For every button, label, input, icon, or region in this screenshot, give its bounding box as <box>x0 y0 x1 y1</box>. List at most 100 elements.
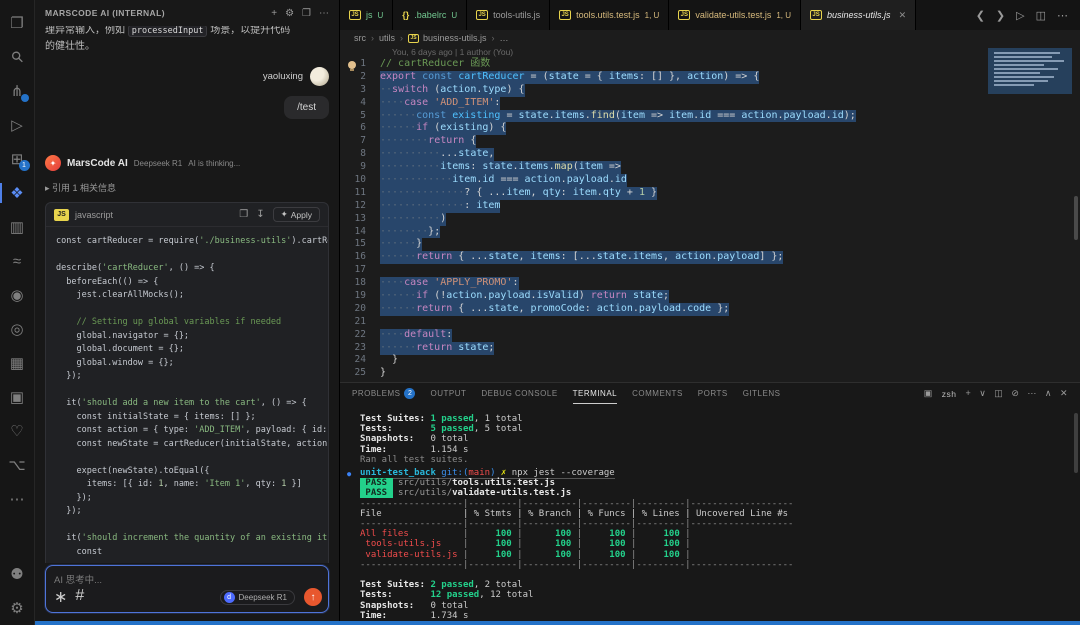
terminal-more-icon[interactable]: ⋯ <box>1027 388 1037 399</box>
panel-tab-debug-console[interactable]: DEBUG CONSOLE <box>481 383 557 404</box>
code-line[interactable]: 25} <box>340 367 1080 380</box>
run-debug-icon: ▷ <box>11 116 23 134</box>
code-editor[interactable]: You, 6 days ago | 1 author (You) 1// car… <box>340 46 1080 382</box>
code-line[interactable]: 15······} <box>340 238 1080 251</box>
tab-tools-utils.js[interactable]: JStools-utils.js <box>467 0 550 30</box>
chat-code-line: const newState = cartReducer(initialStat… <box>56 438 318 452</box>
breadcrumb-item[interactable]: … <box>500 33 509 43</box>
reference-toggle[interactable]: ▸ 引用 1 相关信息 <box>45 181 329 194</box>
minimap[interactable] <box>988 48 1072 94</box>
code-line[interactable]: 8··········...state, <box>340 148 1080 161</box>
code-line[interactable]: 18····case 'APPLY_PROMO': <box>340 277 1080 290</box>
activity-item-chat[interactable]: ❐ <box>0 6 35 40</box>
new-terminal-icon[interactable]: + <box>965 388 971 399</box>
tab-tools.utils.test.js[interactable]: JStools.utils.test.js1, U <box>550 0 669 30</box>
code-line[interactable]: 10············item.id === action.payload… <box>340 174 1080 187</box>
waves-icon: ≈ <box>13 253 21 270</box>
activity-item-more[interactable]: ⋯ <box>0 482 35 516</box>
code-line[interactable]: 11··············? { ...item, qty: item.q… <box>340 187 1080 200</box>
code-line[interactable]: 16······return { ...state, items: [...st… <box>340 251 1080 264</box>
activity-item-source-control[interactable]: ⋔ <box>0 74 35 108</box>
line-number: 6 <box>340 122 380 135</box>
activity-item-waves[interactable]: ≈ <box>0 244 35 278</box>
chat-input-box[interactable]: AI 思考中... ∗# d Deepseek R1 ↑ <box>45 565 329 613</box>
activity-item-search[interactable]: ⚲ <box>0 40 35 74</box>
breadcrumb-item[interactable]: JSbusiness-utils.js <box>408 33 487 43</box>
commands-icon[interactable]: ∗ <box>54 587 67 607</box>
activity-item-run-debug[interactable]: ▷ <box>0 108 35 142</box>
new-chat-icon[interactable]: + <box>271 8 277 19</box>
open-editor-icon[interactable]: ❐ <box>302 8 311 19</box>
panel-tab-gitlens[interactable]: GITLENS <box>743 383 781 404</box>
terminal-scrollbar[interactable] <box>1074 413 1078 473</box>
activity-item-web[interactable]: ◎ <box>0 312 35 346</box>
more-actions-icon[interactable]: ⋯ <box>1057 9 1068 22</box>
split-terminal-icon[interactable]: ◫ <box>994 388 1003 399</box>
run-icon[interactable]: ▷ <box>1016 9 1024 22</box>
panel-tab-output[interactable]: OUTPUT <box>430 383 466 404</box>
code-line[interactable]: 24 } <box>340 354 1080 367</box>
breadcrumb-item[interactable]: src <box>354 33 366 43</box>
editor-scrollbar[interactable] <box>1074 196 1078 240</box>
split-editor-icon[interactable]: ◫ <box>1036 9 1046 22</box>
activity-item-git-branch[interactable]: ⌥ <box>0 448 35 482</box>
inline-code: processedInput <box>128 26 208 37</box>
maximize-panel-icon[interactable]: ∧ <box>1045 388 1052 399</box>
code-line[interactable]: 19······if (!action.payload.isValid) ret… <box>340 290 1080 303</box>
panel-tab-label: PROBLEMS <box>352 383 400 404</box>
code-line[interactable]: 9··········items: state.items.map(item =… <box>340 161 1080 174</box>
code-line[interactable]: 4····case 'ADD_ITEM': <box>340 97 1080 110</box>
model-selector[interactable]: d Deepseek R1 <box>220 590 295 605</box>
panel-tab-comments[interactable]: COMMENTS <box>632 383 683 404</box>
tab-js[interactable]: JSjsU <box>340 0 393 30</box>
code-line[interactable]: 17 <box>340 264 1080 277</box>
activity-item-extensions[interactable]: ⊞1 <box>0 142 35 176</box>
code-line[interactable]: 3··switch (action.type) { <box>340 84 1080 97</box>
tab-business-utils.js[interactable]: JSbusiness-utils.js✕ <box>801 0 916 30</box>
settings-icon[interactable]: ⚙ <box>285 8 294 19</box>
code-line[interactable]: 6······if (existing) { <box>340 122 1080 135</box>
activity-item-favorites[interactable]: ♡ <box>0 414 35 448</box>
close-panel-icon[interactable]: ✕ <box>1060 388 1068 399</box>
panel-tab-problems[interactable]: PROBLEMS2 <box>352 383 415 404</box>
panel-tab-ports[interactable]: PORTS <box>698 383 728 404</box>
code-line[interactable]: 13··········) <box>340 213 1080 226</box>
activity-item-settings[interactable]: ⚙ <box>0 591 35 625</box>
breadcrumb-item[interactable]: utils <box>379 33 395 43</box>
context-icon[interactable]: # <box>75 587 84 607</box>
code-line[interactable]: 23······return state; <box>340 342 1080 355</box>
more-icon[interactable]: ⋯ <box>319 8 329 19</box>
activity-item-play-circle[interactable]: ◉ <box>0 278 35 312</box>
copy-icon[interactable]: ❐ <box>239 209 248 220</box>
tab-.babelrc[interactable]: {}.babelrcU <box>393 0 467 30</box>
code-line[interactable]: 21 <box>340 316 1080 329</box>
insert-icon[interactable]: ↧ <box>256 209 264 220</box>
lightbulb-icon[interactable] <box>348 61 356 69</box>
shell-label[interactable]: zsh <box>942 389 957 399</box>
activity-item-account[interactable]: ⚉ <box>0 557 35 591</box>
code-line[interactable]: 2export const cartReducer = (state = { i… <box>340 71 1080 84</box>
terminal-dropdown-icon[interactable]: ∨ <box>979 388 986 399</box>
model-label: Deepseek R1 <box>239 593 287 602</box>
code-line[interactable]: 20······return { ...state, promoCode: ac… <box>340 303 1080 316</box>
apply-button[interactable]: ✦Apply <box>273 207 320 222</box>
code-line[interactable]: 22····default: <box>340 329 1080 342</box>
activity-item-metrics[interactable]: ▥ <box>0 210 35 244</box>
code-line[interactable]: 14········}; <box>340 226 1080 239</box>
panel-tab-terminal[interactable]: TERMINAL <box>573 383 617 404</box>
tab-validate-utils.test.js[interactable]: JSvalidate-utils.test.js1, U <box>669 0 801 30</box>
kill-terminal-icon[interactable]: ⊘ <box>1011 388 1019 399</box>
activity-item-marscode[interactable]: ❖ <box>0 176 35 210</box>
activity-item-grid[interactable]: ▦ <box>0 346 35 380</box>
send-button[interactable]: ↑ <box>304 588 322 606</box>
nav-forward-icon[interactable]: ❯ <box>996 9 1005 22</box>
code-line[interactable]: 1// cartReducer 函数 <box>340 58 1080 71</box>
code-line[interactable]: 5······const existing = state.items.find… <box>340 110 1080 123</box>
tab-close-icon[interactable]: ✕ <box>899 10 907 21</box>
line-number: 10 <box>340 174 380 187</box>
terminal-output[interactable]: Test Suites: 1 passed, 1 totalTests: 5 p… <box>340 404 1080 621</box>
code-line[interactable]: 7········return { <box>340 135 1080 148</box>
code-line[interactable]: 12··············: item <box>340 200 1080 213</box>
nav-back-icon[interactable]: ❮ <box>976 9 985 22</box>
activity-item-package[interactable]: ▣ <box>0 380 35 414</box>
